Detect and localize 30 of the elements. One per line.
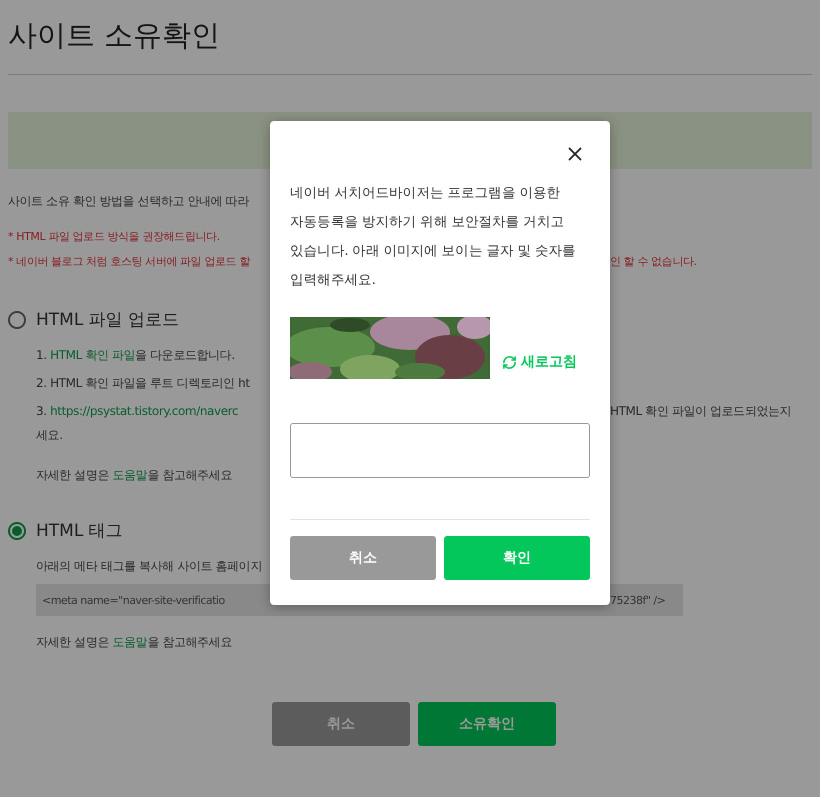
dialog-message: 네이버 서치어드바이저는 프로그램을 이용한 자동등록을 방지하기 위해 보안절차를 거치고 있습니다. 아래 이미지에 보이는 글자 및 숫자를 입력해주세요. — [290, 184, 577, 290]
confirm-button[interactable]: 확인 — [444, 536, 590, 580]
link[interactable]: 도움말 — [112, 468, 148, 482]
captcha-input-field[interactable] — [290, 423, 590, 478]
description-text: 아래의 메타 태그를 복사해 사이트 홈페이지 — [35, 558, 263, 575]
refresh-button[interactable]: 새로고침 — [502, 353, 577, 379]
page-title: 사이트 소유확인 — [8, 17, 222, 54]
help-text: 자세한 설명은 도움말을 참고해주세요 — [36, 635, 232, 649]
link[interactable]: HTML 확인 파일 — [50, 348, 136, 362]
step-text: 1. HTML 확인 파일을 다운로드합니다. — [36, 348, 235, 362]
help-text: 자세한 설명은 도움말을 참고해주세요 — [36, 468, 232, 482]
radio-icon[interactable] — [8, 310, 26, 328]
step-text: 2. HTML 확인 파일을 루트 디렉토리인 ht — [36, 376, 250, 390]
note-text: 인 할 수 없습니다. — [610, 254, 698, 270]
cancel-button[interactable]: 취소 — [272, 702, 410, 746]
step-text: HTML 확인 파일이 업로드되었는지 — [610, 403, 792, 420]
radio-icon[interactable] — [8, 522, 26, 540]
link[interactable]: https://psystat.tistory.com/naverc — [50, 404, 238, 418]
option-label: HTML 태그 — [36, 520, 123, 542]
link[interactable]: 도움말 — [112, 635, 148, 649]
note-text: * HTML 파일 업로드 방식을 권장해드립니다. — [8, 229, 221, 245]
step-text: 세요. — [35, 427, 64, 444]
intro-text: 사이트 소유 확인 방법을 선택하고 안내에 따라 — [8, 193, 250, 210]
option-label: HTML 파일 업로드 — [36, 309, 180, 331]
radio-option[interactable]: HTML 파일 업로드 — [8, 308, 820, 331]
step-text: 3. https://psystat.tistory.com/naverc — [36, 404, 238, 418]
cancel-button[interactable]: 취소 — [290, 536, 436, 580]
refresh-icon — [502, 354, 517, 370]
note-text: * 네이버 블로그 처럼 호스팅 서버에 파일 업로드 할 — [8, 254, 252, 270]
confirm-button[interactable]: 소유확인 — [418, 702, 556, 746]
